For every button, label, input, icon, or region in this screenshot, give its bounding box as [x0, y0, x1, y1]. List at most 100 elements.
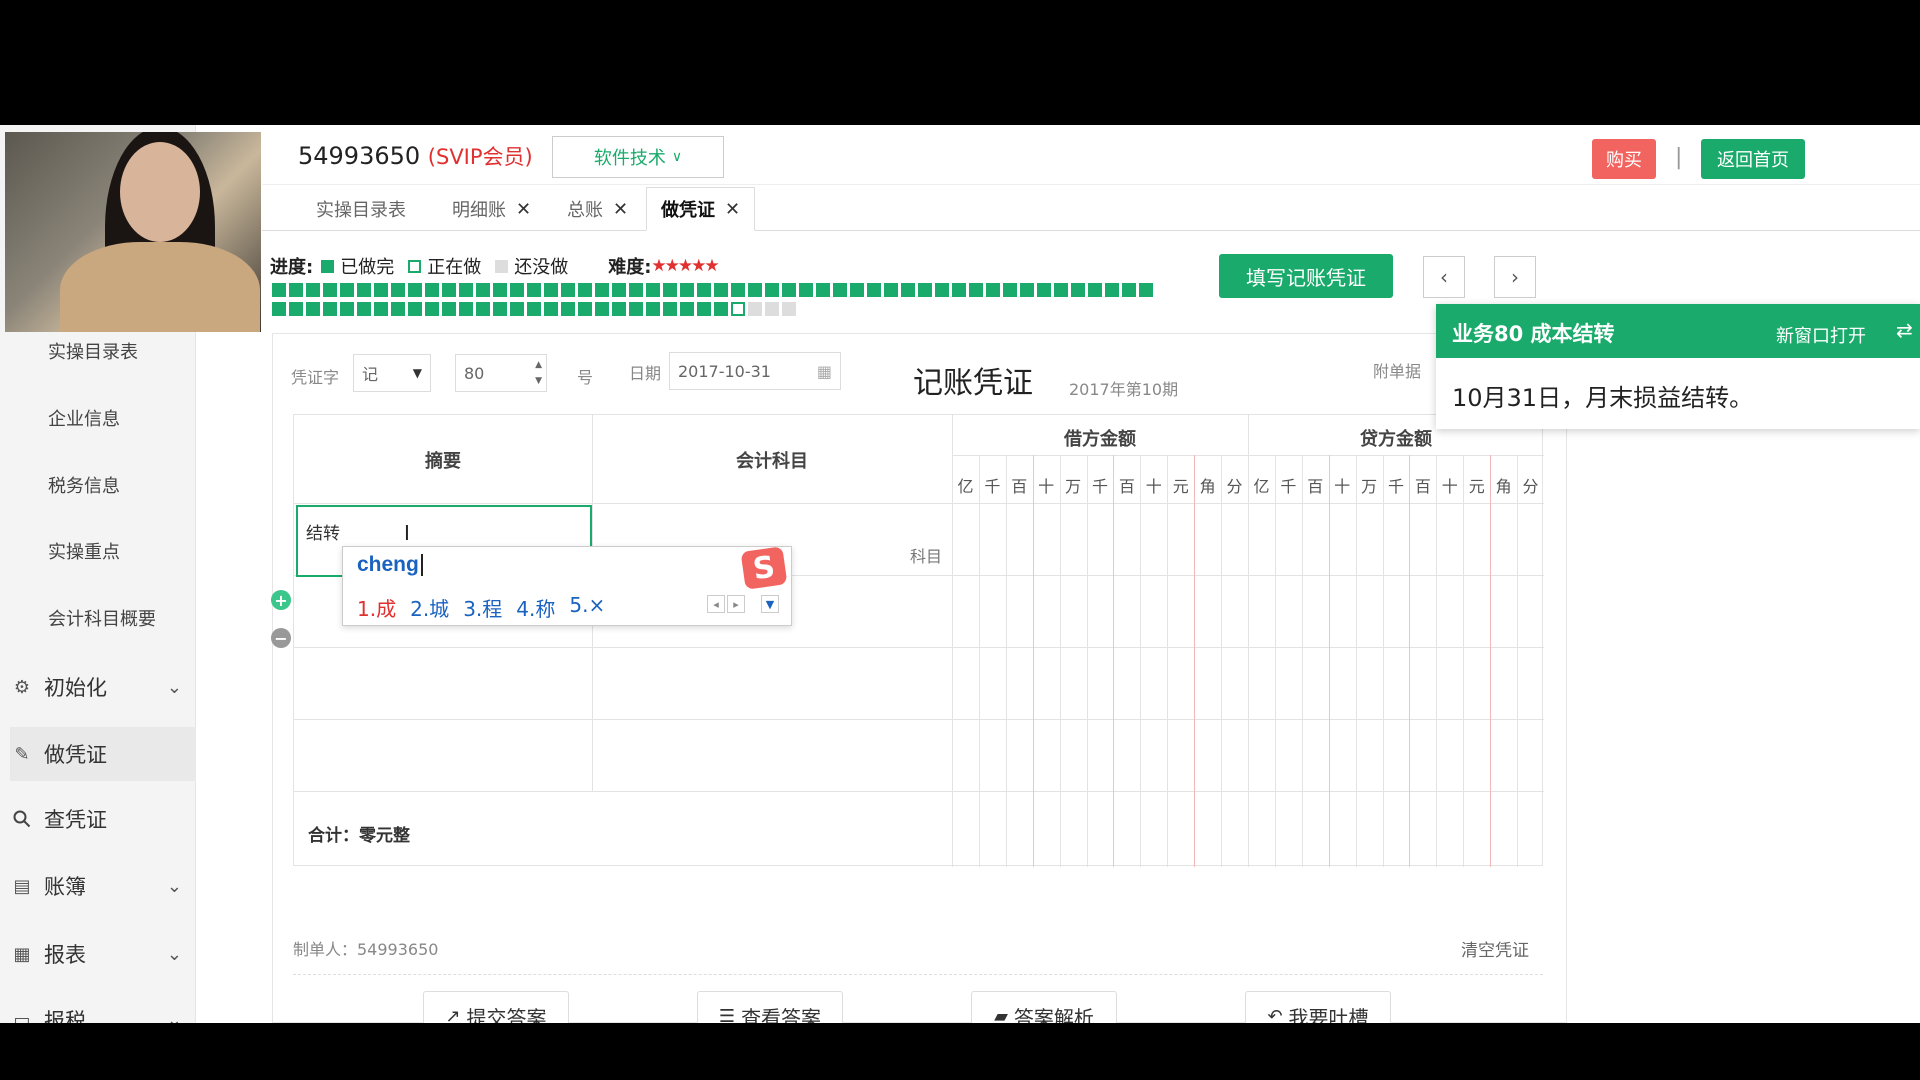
sidebar-item-tax-info[interactable]: 税务信息: [48, 472, 120, 498]
progress-block[interactable]: [1122, 283, 1136, 297]
progress-block[interactable]: [918, 283, 932, 297]
fill-voucher-button[interactable]: 填写记账凭证: [1219, 254, 1393, 298]
progress-block[interactable]: [289, 302, 303, 316]
progress-block[interactable]: [510, 283, 524, 297]
sidebar-item-ledger[interactable]: ▤ 账簿 ⌄: [10, 859, 196, 913]
progress-block[interactable]: [629, 302, 643, 316]
software-tech-dropdown[interactable]: 软件技术 ∨: [552, 136, 724, 178]
progress-block[interactable]: [850, 283, 864, 297]
sidebar-item-tax-filing[interactable]: ▭ 报税 ⌄: [10, 993, 196, 1023]
progress-block[interactable]: [425, 302, 439, 316]
progress-block[interactable]: [340, 302, 354, 316]
progress-block[interactable]: [595, 302, 609, 316]
prev-button[interactable]: ‹: [1423, 256, 1465, 298]
progress-block[interactable]: [442, 283, 456, 297]
progress-block[interactable]: [544, 302, 558, 316]
progress-block[interactable]: [425, 283, 439, 297]
progress-block[interactable]: [493, 302, 507, 316]
progress-block[interactable]: [323, 283, 337, 297]
progress-block[interactable]: [1139, 283, 1153, 297]
progress-block[interactable]: [952, 283, 966, 297]
progress-block[interactable]: [714, 302, 728, 316]
progress-block[interactable]: [629, 283, 643, 297]
progress-block[interactable]: [1088, 283, 1102, 297]
progress-block[interactable]: [867, 283, 881, 297]
progress-block[interactable]: [697, 283, 711, 297]
open-new-window-link[interactable]: 新窗口打开: [1776, 322, 1866, 348]
swap-icon[interactable]: ⇄: [1896, 318, 1913, 342]
progress-block[interactable]: [374, 283, 388, 297]
ime-candidate[interactable]: 3.程: [463, 593, 502, 622]
progress-block[interactable]: [765, 302, 779, 316]
progress-block[interactable]: [816, 283, 830, 297]
sidebar-item-account-overview[interactable]: 会计科目概要: [48, 605, 156, 631]
close-icon[interactable]: ✕: [725, 199, 740, 220]
close-icon[interactable]: ✕: [516, 199, 531, 220]
tab-make-voucher[interactable]: 做凭证 ✕: [646, 187, 756, 231]
progress-block[interactable]: [765, 283, 779, 297]
account-placeholder[interactable]: 科目: [910, 543, 942, 567]
progress-block[interactable]: [459, 302, 473, 316]
ime-candidate[interactable]: 5.×: [569, 593, 605, 622]
progress-block[interactable]: [1054, 283, 1068, 297]
progress-block[interactable]: [680, 283, 694, 297]
progress-block[interactable]: [323, 302, 337, 316]
progress-block[interactable]: [510, 302, 524, 316]
view-answer-button[interactable]: ☰ 查看答案: [697, 991, 843, 1023]
progress-block[interactable]: [714, 283, 728, 297]
progress-block[interactable]: [612, 302, 626, 316]
progress-block[interactable]: [272, 283, 286, 297]
progress-block[interactable]: [595, 283, 609, 297]
progress-block[interactable]: [561, 283, 575, 297]
progress-block[interactable]: [612, 283, 626, 297]
progress-block[interactable]: [663, 283, 677, 297]
voucher-word-select[interactable]: 记 ▼: [353, 354, 431, 392]
progress-block[interactable]: [289, 283, 303, 297]
sidebar-item-directory[interactable]: 实操目录表: [48, 338, 138, 364]
feedback-button[interactable]: ↶ 我要吐槽: [1245, 991, 1391, 1023]
progress-block[interactable]: [731, 302, 745, 316]
progress-block[interactable]: [646, 283, 660, 297]
progress-block[interactable]: [476, 283, 490, 297]
progress-block[interactable]: [748, 302, 762, 316]
date-field[interactable]: 2017-10-31 ▦: [669, 352, 841, 390]
progress-block[interactable]: [272, 302, 286, 316]
page-next-icon[interactable]: ▸: [727, 595, 745, 613]
progress-block[interactable]: [1003, 283, 1017, 297]
buy-button[interactable]: 购买: [1592, 139, 1656, 179]
progress-block[interactable]: [442, 302, 456, 316]
progress-block[interactable]: [391, 302, 405, 316]
progress-block[interactable]: [833, 283, 847, 297]
clear-voucher-link[interactable]: 清空凭证: [1461, 936, 1529, 961]
progress-block[interactable]: [391, 283, 405, 297]
tab-directory[interactable]: 实操目录表: [316, 187, 406, 231]
progress-block[interactable]: [969, 283, 983, 297]
ime-candidate[interactable]: 1.成: [357, 593, 396, 622]
progress-block[interactable]: [357, 302, 371, 316]
sidebar-item-company-info[interactable]: 企业信息: [48, 405, 120, 431]
progress-block[interactable]: [357, 283, 371, 297]
ime-candidate[interactable]: 4.称: [516, 593, 555, 622]
progress-block[interactable]: [527, 283, 541, 297]
sidebar-item-reports[interactable]: ▦ 报表 ⌄: [10, 927, 196, 981]
progress-block[interactable]: [1105, 283, 1119, 297]
progress-block[interactable]: [646, 302, 660, 316]
progress-block[interactable]: [799, 283, 813, 297]
remove-row-icon[interactable]: −: [271, 628, 291, 648]
progress-block[interactable]: [493, 283, 507, 297]
progress-block[interactable]: [561, 302, 575, 316]
submit-answer-button[interactable]: ↗ 提交答案: [423, 991, 569, 1023]
sidebar-item-key-points[interactable]: 实操重点: [48, 538, 120, 564]
ime-expand-icon[interactable]: ▼: [761, 595, 779, 613]
progress-block[interactable]: [340, 283, 354, 297]
progress-block[interactable]: [408, 283, 422, 297]
answer-analysis-button[interactable]: ▰ 答案解析: [971, 991, 1117, 1023]
progress-block[interactable]: [782, 283, 796, 297]
progress-block[interactable]: [578, 283, 592, 297]
progress-block[interactable]: [697, 302, 711, 316]
progress-block[interactable]: [408, 302, 422, 316]
close-icon[interactable]: ✕: [613, 199, 628, 220]
progress-block[interactable]: [544, 283, 558, 297]
progress-block[interactable]: [901, 283, 915, 297]
next-button[interactable]: ›: [1494, 256, 1536, 298]
